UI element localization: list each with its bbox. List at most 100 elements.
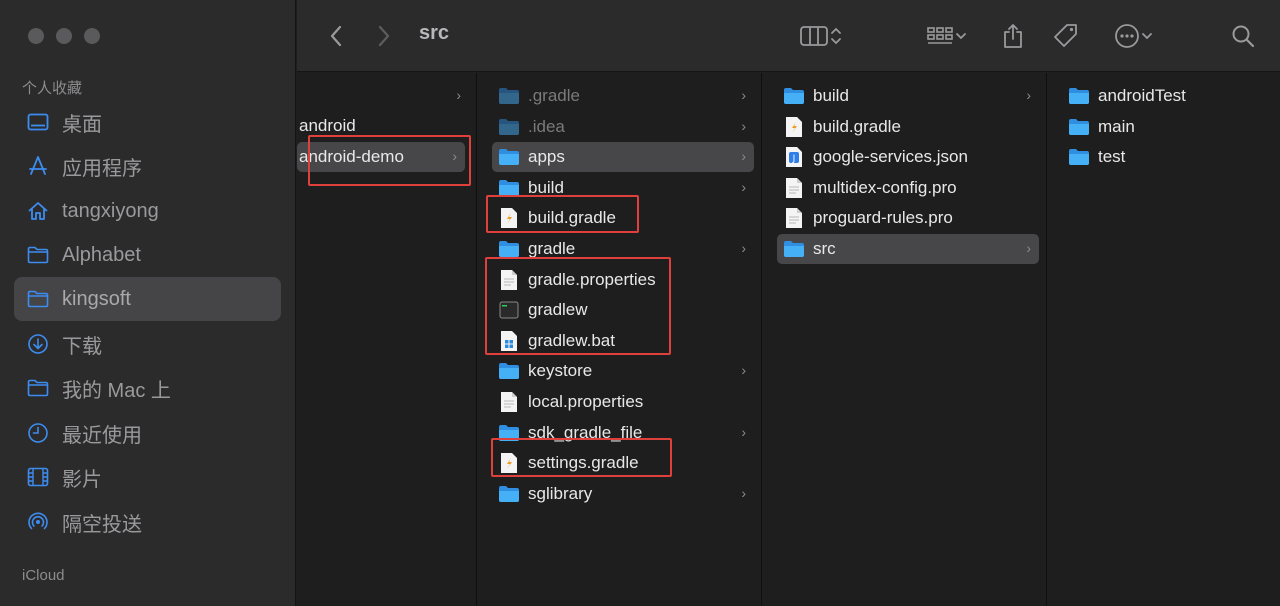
share-button[interactable] [997,18,1029,54]
forward-button[interactable] [371,18,397,54]
chevron-right-icon: › [456,87,461,103]
gradle-file-icon [783,116,805,138]
list-item[interactable]: sdk_gradle_file › [492,418,754,448]
list-item[interactable]: build › [492,173,754,203]
sidebar-item-label: 最近使用 [62,424,142,447]
sidebar-item-my-mac[interactable]: 我的 Mac 上 [14,366,281,410]
chevron-down-icon [1142,33,1152,40]
item-name: keystore [528,361,593,381]
list-item[interactable]: Jgoogle-services.json [777,142,1039,172]
chevron-down-icon [956,33,966,40]
sidebar-item-movies[interactable]: 影片 [14,455,281,499]
folder-icon [26,287,50,311]
list-item[interactable]: android-demo › [297,142,465,172]
column-parent: › android android-demo › [297,73,477,606]
column-src: androidTest main test [1048,73,1280,606]
item-name: gradlew.bat [528,330,615,350]
list-item[interactable]: multidex-config.pro [777,173,1039,203]
list-item[interactable]: .gradle › [492,81,754,111]
list-item[interactable]: › [297,81,469,111]
item-name: gradle [528,239,576,258]
list-item[interactable]: androidTest [1062,81,1272,111]
folder-icon [1068,116,1090,138]
chevron-right-icon: › [741,423,746,440]
folder-icon [1068,85,1090,107]
sidebar-item-airdrop[interactable]: 隔空投送 [14,500,281,544]
list-item[interactable]: settings.gradle [492,448,754,478]
tag-button[interactable] [1049,18,1083,54]
item-name: .idea [528,116,565,136]
sidebar-item-label: 桌面 [62,113,102,136]
forward-icon [378,25,390,47]
chevron-right-icon: › [741,240,746,256]
list-item[interactable]: apps › [492,142,754,173]
window-controls [28,28,100,44]
zoom-window-button[interactable] [84,28,100,44]
list-item[interactable]: keystore › [492,356,754,386]
list-item[interactable]: local.properties [492,387,754,417]
chevron-right-icon: › [741,484,746,501]
folder-icon [783,238,805,260]
folder-icon [498,146,520,168]
more-actions-button[interactable] [1109,18,1159,54]
applications-icon [26,154,50,178]
document-icon [498,391,520,413]
document-icon [498,269,520,291]
sidebar-item-applications[interactable]: 应用程序 [14,144,281,188]
item-name: sglibrary [528,483,593,503]
gradle-file-icon [498,207,520,229]
list-item[interactable]: gradle.properties [492,265,754,295]
list-item[interactable]: sglibrary › [492,479,754,509]
sidebar-item-home[interactable]: tangxiyong [14,189,281,233]
item-name: android [299,116,356,135]
item-name: gradlew [528,300,588,320]
chevron-right-icon: › [741,362,746,379]
sidebar-item-label: 应用程序 [62,157,142,180]
list-item[interactable]: gradle › [492,234,754,264]
group-button[interactable] [921,18,973,54]
folder-icon [26,376,50,400]
sidebar-item-label: 影片 [62,468,102,491]
item-name: proguard-rules.pro [813,208,953,228]
view-mode-button[interactable] [793,18,849,54]
sidebar-item-downloads[interactable]: 下载 [14,322,281,366]
list-item[interactable]: build.gradle [492,203,754,233]
column-view-icon [800,26,828,46]
list-item[interactable]: test [1062,142,1272,172]
list-item[interactable]: proguard-rules.pro [777,203,1039,233]
back-icon [330,25,342,47]
item-name: sdk_gradle_file [528,422,643,442]
close-window-button[interactable] [28,28,44,44]
item-name: local.properties [528,392,644,411]
item-name: androidTest [1098,86,1186,105]
document-icon [783,207,805,229]
minimize-window-button[interactable] [56,28,72,44]
item-name: src [813,239,836,258]
list-item[interactable]: build.gradle [777,112,1039,142]
chevron-right-icon: › [1026,87,1031,103]
airdrop-icon [26,510,50,534]
list-item[interactable]: gradlew [492,295,754,325]
list-item[interactable]: build › [777,81,1039,111]
list-item[interactable]: .idea › [492,112,754,142]
item-name: .gradle [528,86,580,105]
chevron-right-icon: › [741,87,746,103]
list-item[interactable]: android [297,111,469,141]
sidebar-item-alphabet[interactable]: Alphabet [14,233,281,277]
sidebar-item-desktop[interactable]: 桌面 [14,100,281,144]
list-item[interactable]: src › [777,234,1039,264]
clock-icon [26,421,50,445]
sidebar-item-recents[interactable]: 最近使用 [14,411,281,455]
sidebar-item-label: kingsoft [62,287,131,310]
download-icon [26,332,50,356]
sidebar-item-label: 下载 [62,335,102,358]
chevron-right-icon: › [1026,240,1031,256]
sidebar-item-kingsoft[interactable]: kingsoft [14,277,281,321]
list-item[interactable]: gradlew.bat [492,326,754,356]
folder-icon [783,85,805,107]
list-item[interactable]: main [1062,112,1272,142]
search-button[interactable] [1227,18,1259,54]
group-icon [927,27,953,44]
back-button[interactable] [323,18,349,54]
document-icon [783,177,805,199]
